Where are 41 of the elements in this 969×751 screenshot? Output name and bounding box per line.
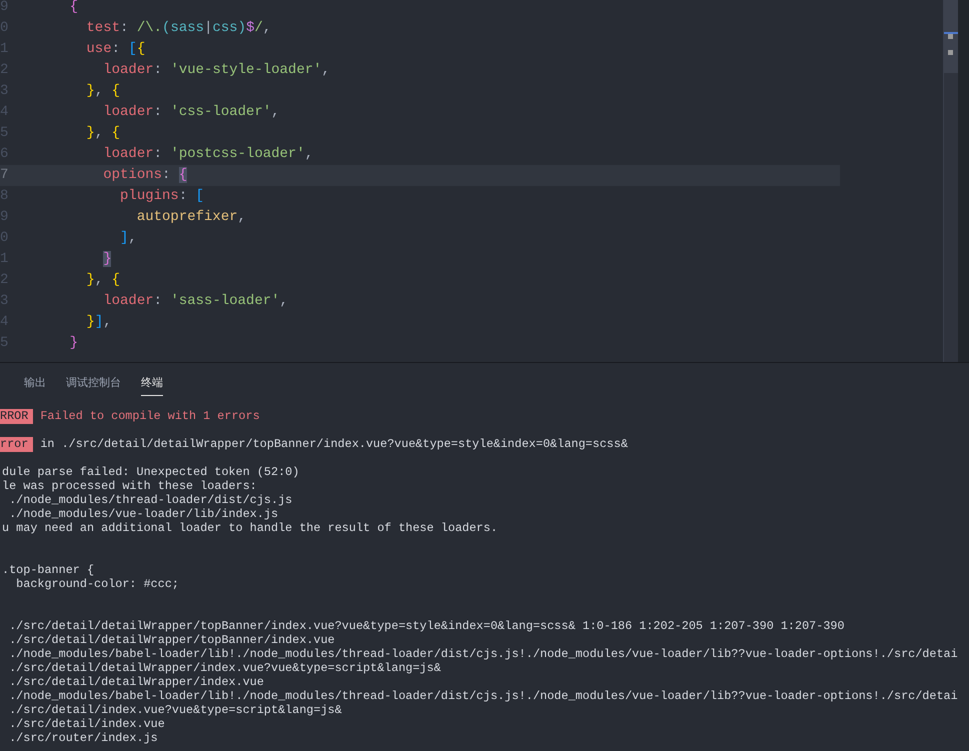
code-line: }: [68, 334, 78, 353]
terminal-line: ./src/router/index.js: [8, 731, 159, 745]
error-message: in ./src/detail/detailWrapper/topBanner/index.vue?vue&type=style&index=0&lang=scss&: [40, 437, 628, 451]
terminal-line: ./src/detail/detailWrapper/index.vue: [8, 675, 265, 689]
code-line: autoprefixer,: [136, 208, 246, 227]
terminal-line: ./src/detail/index.vue?vue&type=script&lang=js&: [8, 703, 343, 717]
panel-tab[interactable]: 终端: [141, 372, 163, 396]
terminal-line: ./src/detail/detailWrapper/topBanner/index.vue: [8, 633, 336, 647]
terminal-line: background-color: #ccc;: [15, 577, 180, 591]
terminal-line: ./src/detail/index.vue: [8, 717, 166, 731]
terminal-line: ./node_modules/vue-loader/lib/index.js: [8, 507, 280, 521]
terminal-line: ./src/detail/detailWrapper/topBanner/index.vue?vue&type=style&index=0&lang=scss& 1:0-186 1:202-205 1:207-390 1:207-390: [8, 619, 846, 633]
terminal-line: u may need an additional loader to handle the result of these loaders.: [1, 521, 499, 535]
error-message: Failed to compile with 1 errors: [40, 409, 260, 423]
code-line: {: [68, 0, 78, 17]
error-badge: rror: [0, 436, 34, 452]
terminal-line: ./node_modules/thread-loader/dist/cjs.js: [8, 493, 294, 507]
code-line: loader: 'css-loader',: [102, 103, 280, 122]
terminal-line: le was processed with these loaders:: [1, 479, 258, 493]
code-line: loader: 'sass-loader',: [102, 292, 288, 311]
panel-tab[interactable]: 输出: [24, 372, 46, 396]
code-line: test: /\.(sass|css)$/,: [85, 19, 272, 38]
terminal-line: .top-banner {: [1, 563, 96, 577]
code-line: }, {: [85, 82, 120, 101]
line-number: 7: [0, 166, 10, 185]
code-line: }, {: [85, 271, 120, 290]
terminal-line: dule parse failed: Unexpected token (52:0): [1, 465, 300, 479]
code-line: ],: [119, 229, 137, 248]
error-badge: RROR: [0, 408, 34, 424]
terminal-line: ./src/detail/detailWrapper/index.vue?vue&type=script&lang=js&: [8, 661, 442, 675]
code-line: loader: 'postcss-loader',: [102, 145, 314, 164]
code-line: use: [{: [85, 40, 146, 59]
code-line: }, {: [85, 124, 120, 143]
terminal-line: ./node_modules/babel-loader/lib!./node_modules/thread-loader/dist/cjs.js!./node_modules/vue-loader/lib??vue-loader-options!./src/detai: [8, 647, 959, 661]
code-line: loader: 'vue-style-loader',: [102, 61, 330, 80]
code-line: options: {: [102, 166, 188, 185]
code-line: }],: [85, 313, 112, 332]
code-line: plugins: [: [119, 187, 204, 206]
scrollbar[interactable]: [943, 0, 958, 362]
terminal-line: ./node_modules/babel-loader/lib!./node_modules/thread-loader/dist/cjs.js!./node_modules/vue-loader/lib??vue-loader-options!./src/detai: [8, 689, 959, 703]
panel-tab[interactable]: 调试控制台: [66, 372, 121, 396]
